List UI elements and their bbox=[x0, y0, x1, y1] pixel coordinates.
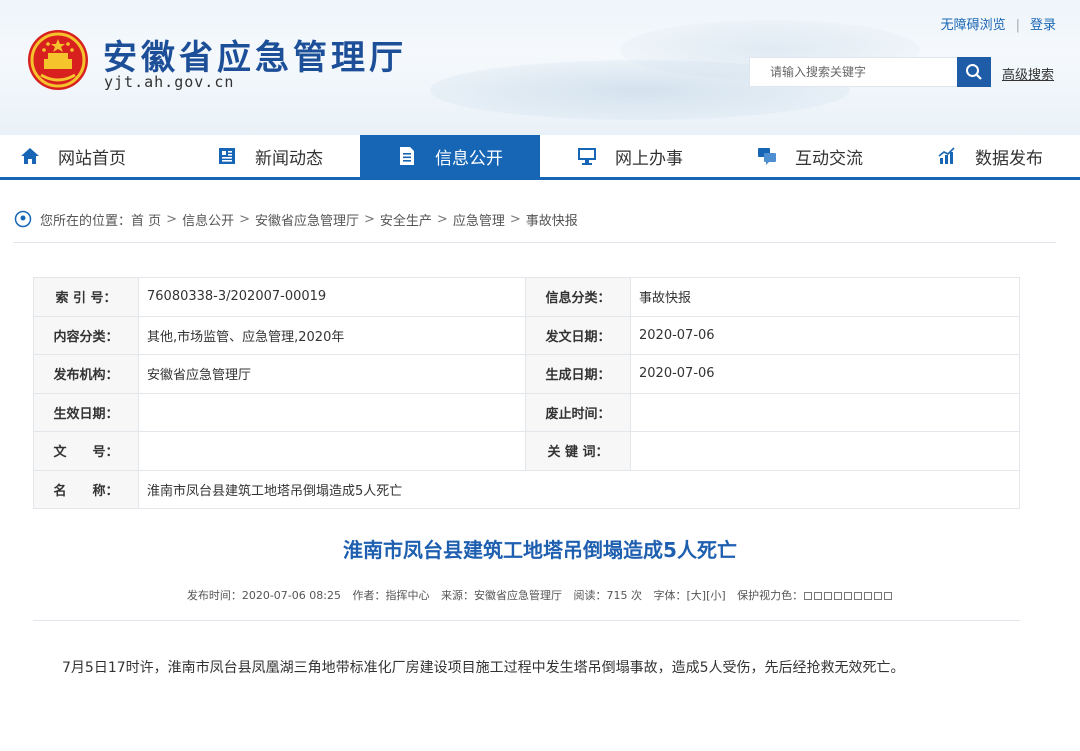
search-input[interactable] bbox=[750, 58, 958, 86]
accessibility-link[interactable]: 无障碍浏览 bbox=[941, 14, 1006, 33]
search-box bbox=[749, 57, 991, 87]
table-row: 文 号： 关 键 词： bbox=[33, 431, 1020, 471]
breadcrumb-prefix: 您所在的位置： bbox=[40, 213, 132, 229]
nav-item-label: 数据发布 bbox=[975, 148, 1043, 169]
table-row: 名 称： 淮南市凤台县建筑工地塔吊倒塌造成5人死亡 bbox=[33, 469, 1020, 509]
nav-item-label: 互动交流 bbox=[795, 148, 863, 169]
document-number-value bbox=[138, 431, 526, 471]
article-meta-line: 发布时间：2020-07-06 08:25 作者：指挥中心 来源：安徽省应急管理… bbox=[0, 587, 1080, 603]
site-title: 安徽省应急管理厅 bbox=[103, 38, 407, 78]
nav-item-label: 网上办事 bbox=[615, 148, 683, 169]
breadcrumb-separator: > bbox=[509, 211, 521, 227]
issue-date-label: 发文日期： bbox=[525, 315, 631, 355]
color-swatch[interactable] bbox=[834, 592, 843, 600]
font-size-label: 字体： bbox=[653, 589, 687, 602]
color-swatch[interactable] bbox=[844, 592, 853, 600]
breadcrumb: 您所在的位置： 首 页 > 信息公开 > 安徽省应急管理厅 > 安全生产 > 应急管理 >… bbox=[14, 205, 578, 233]
search-icon bbox=[966, 64, 982, 80]
generation-date-label: 生成日期： bbox=[525, 354, 631, 394]
breadcrumb-item[interactable]: 安全生产 bbox=[380, 210, 432, 229]
nav-item-news[interactable]: 新闻动态 bbox=[180, 135, 360, 177]
table-row: 内容分类： 其他,市场监管、应急管理,2020年 发文日期： 2020-07-0… bbox=[33, 315, 1020, 355]
generation-date-value: 2020-07-06 bbox=[630, 354, 1020, 394]
national-emblem-icon bbox=[28, 30, 88, 90]
color-swatch[interactable] bbox=[874, 592, 883, 600]
view-count: 阅读：715 次 bbox=[573, 589, 642, 602]
table-row: 索 引 号： 76080338-3/202007-00019 信息分类： 事故快… bbox=[33, 277, 1020, 317]
chat-icon bbox=[757, 146, 777, 166]
effective-date-value bbox=[138, 392, 526, 432]
monitor-icon bbox=[577, 146, 597, 166]
nav-item-label: 信息公开 bbox=[435, 148, 503, 169]
location-pin-icon bbox=[14, 210, 32, 228]
chart-icon bbox=[937, 146, 957, 166]
breadcrumb-item[interactable]: 信息公开 bbox=[182, 210, 234, 229]
nav-item-interaction[interactable]: 互动交流 bbox=[720, 135, 900, 177]
name-label: 名 称： bbox=[33, 469, 139, 509]
publisher-label: 发布机构： bbox=[33, 354, 139, 394]
breadcrumb-separator: > bbox=[239, 211, 250, 227]
table-row: 发布机构： 安徽省应急管理厅 生成日期： 2020-07-06 bbox=[33, 354, 1020, 394]
keywords-value bbox=[630, 431, 1020, 471]
nav-item-label: 新闻动态 bbox=[255, 148, 323, 169]
font-small-button[interactable]: [小] bbox=[706, 589, 726, 602]
breadcrumb-separator: > bbox=[166, 211, 178, 227]
top-links-divider: | bbox=[1015, 18, 1020, 33]
color-swatch[interactable] bbox=[884, 592, 893, 600]
site-header: 安徽省应急管理厅 yjt.ah.gov.cn 无障碍浏览 | 登录 高级搜索 bbox=[0, 0, 1080, 135]
nav-item-data-release[interactable]: 数据发布 bbox=[900, 135, 1080, 177]
top-links: 无障碍浏览 | 登录 bbox=[941, 14, 1056, 33]
publisher-value: 安徽省应急管理厅 bbox=[138, 354, 526, 394]
article-body: 7月5日17时许，淮南市凤台县凤凰湖三角地带标准化厂房建设项目施工过程中发生塔吊… bbox=[62, 660, 905, 676]
eye-care-color-control: 保护视力色： bbox=[737, 589, 893, 602]
document-icon bbox=[397, 146, 417, 166]
document-number-label: 文 号： bbox=[33, 431, 139, 471]
color-swatch[interactable] bbox=[804, 592, 813, 600]
category-value: 事故快报 bbox=[630, 277, 1020, 317]
breadcrumb-item[interactable]: 应急管理 bbox=[453, 210, 505, 229]
main-nav: 网站首页 新闻动态 信息公开 网上办事 互动交流 数据发布 bbox=[0, 135, 1080, 180]
nav-item-home[interactable]: 网站首页 bbox=[0, 135, 180, 177]
article-title: 淮南市凤台县建筑工地塔吊倒塌造成5人死亡 bbox=[343, 538, 737, 562]
content-category-value: 其他,市场监管、应急管理,2020年 bbox=[138, 315, 526, 355]
divider bbox=[33, 620, 1020, 621]
issue-date-value: 2020-07-06 bbox=[630, 315, 1020, 355]
advanced-search-link[interactable]: 高级搜索 bbox=[1002, 64, 1054, 83]
index-label: 索 引 号： bbox=[33, 277, 139, 317]
publish-time: 发布时间：2020-07-06 08:25 bbox=[186, 589, 341, 602]
breadcrumb-item[interactable]: 事故快报 bbox=[526, 210, 578, 229]
metadata-table: 索 引 号： 76080338-3/202007-00019 信息分类： 事故快… bbox=[33, 277, 1020, 509]
login-link[interactable]: 登录 bbox=[1030, 14, 1056, 33]
home-icon bbox=[20, 146, 40, 166]
name-value: 淮南市凤台县建筑工地塔吊倒塌造成5人死亡 bbox=[138, 469, 1020, 509]
source: 来源：安徽省应急管理厅 bbox=[440, 589, 562, 602]
font-size-control: 字体：[大][小] bbox=[653, 589, 725, 602]
site-url: yjt.ah.gov.cn bbox=[104, 73, 235, 91]
repeal-time-label: 废止时间： bbox=[525, 392, 631, 432]
color-swatch[interactable] bbox=[824, 592, 833, 600]
nav-item-online-service[interactable]: 网上办事 bbox=[540, 135, 720, 177]
color-swatch[interactable] bbox=[814, 592, 823, 600]
font-large-button[interactable]: [大] bbox=[686, 589, 706, 602]
eye-care-label: 保护视力色： bbox=[737, 589, 804, 602]
color-swatch[interactable] bbox=[854, 592, 863, 600]
divider bbox=[13, 242, 1056, 243]
breadcrumb-item[interactable]: 首 页 bbox=[131, 210, 161, 229]
table-row: 生效日期： 废止时间： bbox=[33, 392, 1020, 432]
author: 作者：指挥中心 bbox=[352, 589, 430, 602]
nav-item-label: 网站首页 bbox=[58, 148, 126, 169]
breadcrumb-item[interactable]: 安徽省应急管理厅 bbox=[255, 210, 359, 229]
content-category-label: 内容分类： bbox=[33, 315, 139, 355]
effective-date-label: 生效日期： bbox=[33, 392, 139, 432]
repeal-time-value bbox=[630, 392, 1020, 432]
category-label: 信息分类： bbox=[525, 277, 631, 317]
breadcrumb-separator: > bbox=[364, 211, 375, 227]
index-value: 76080338-3/202007-00019 bbox=[138, 277, 526, 317]
keywords-label: 关 键 词： bbox=[525, 431, 631, 471]
nav-item-info-public[interactable]: 信息公开 bbox=[360, 135, 540, 177]
search-button[interactable] bbox=[957, 57, 991, 87]
breadcrumb-separator: > bbox=[436, 211, 448, 227]
newspaper-icon bbox=[217, 146, 237, 166]
color-swatch[interactable] bbox=[864, 592, 873, 600]
